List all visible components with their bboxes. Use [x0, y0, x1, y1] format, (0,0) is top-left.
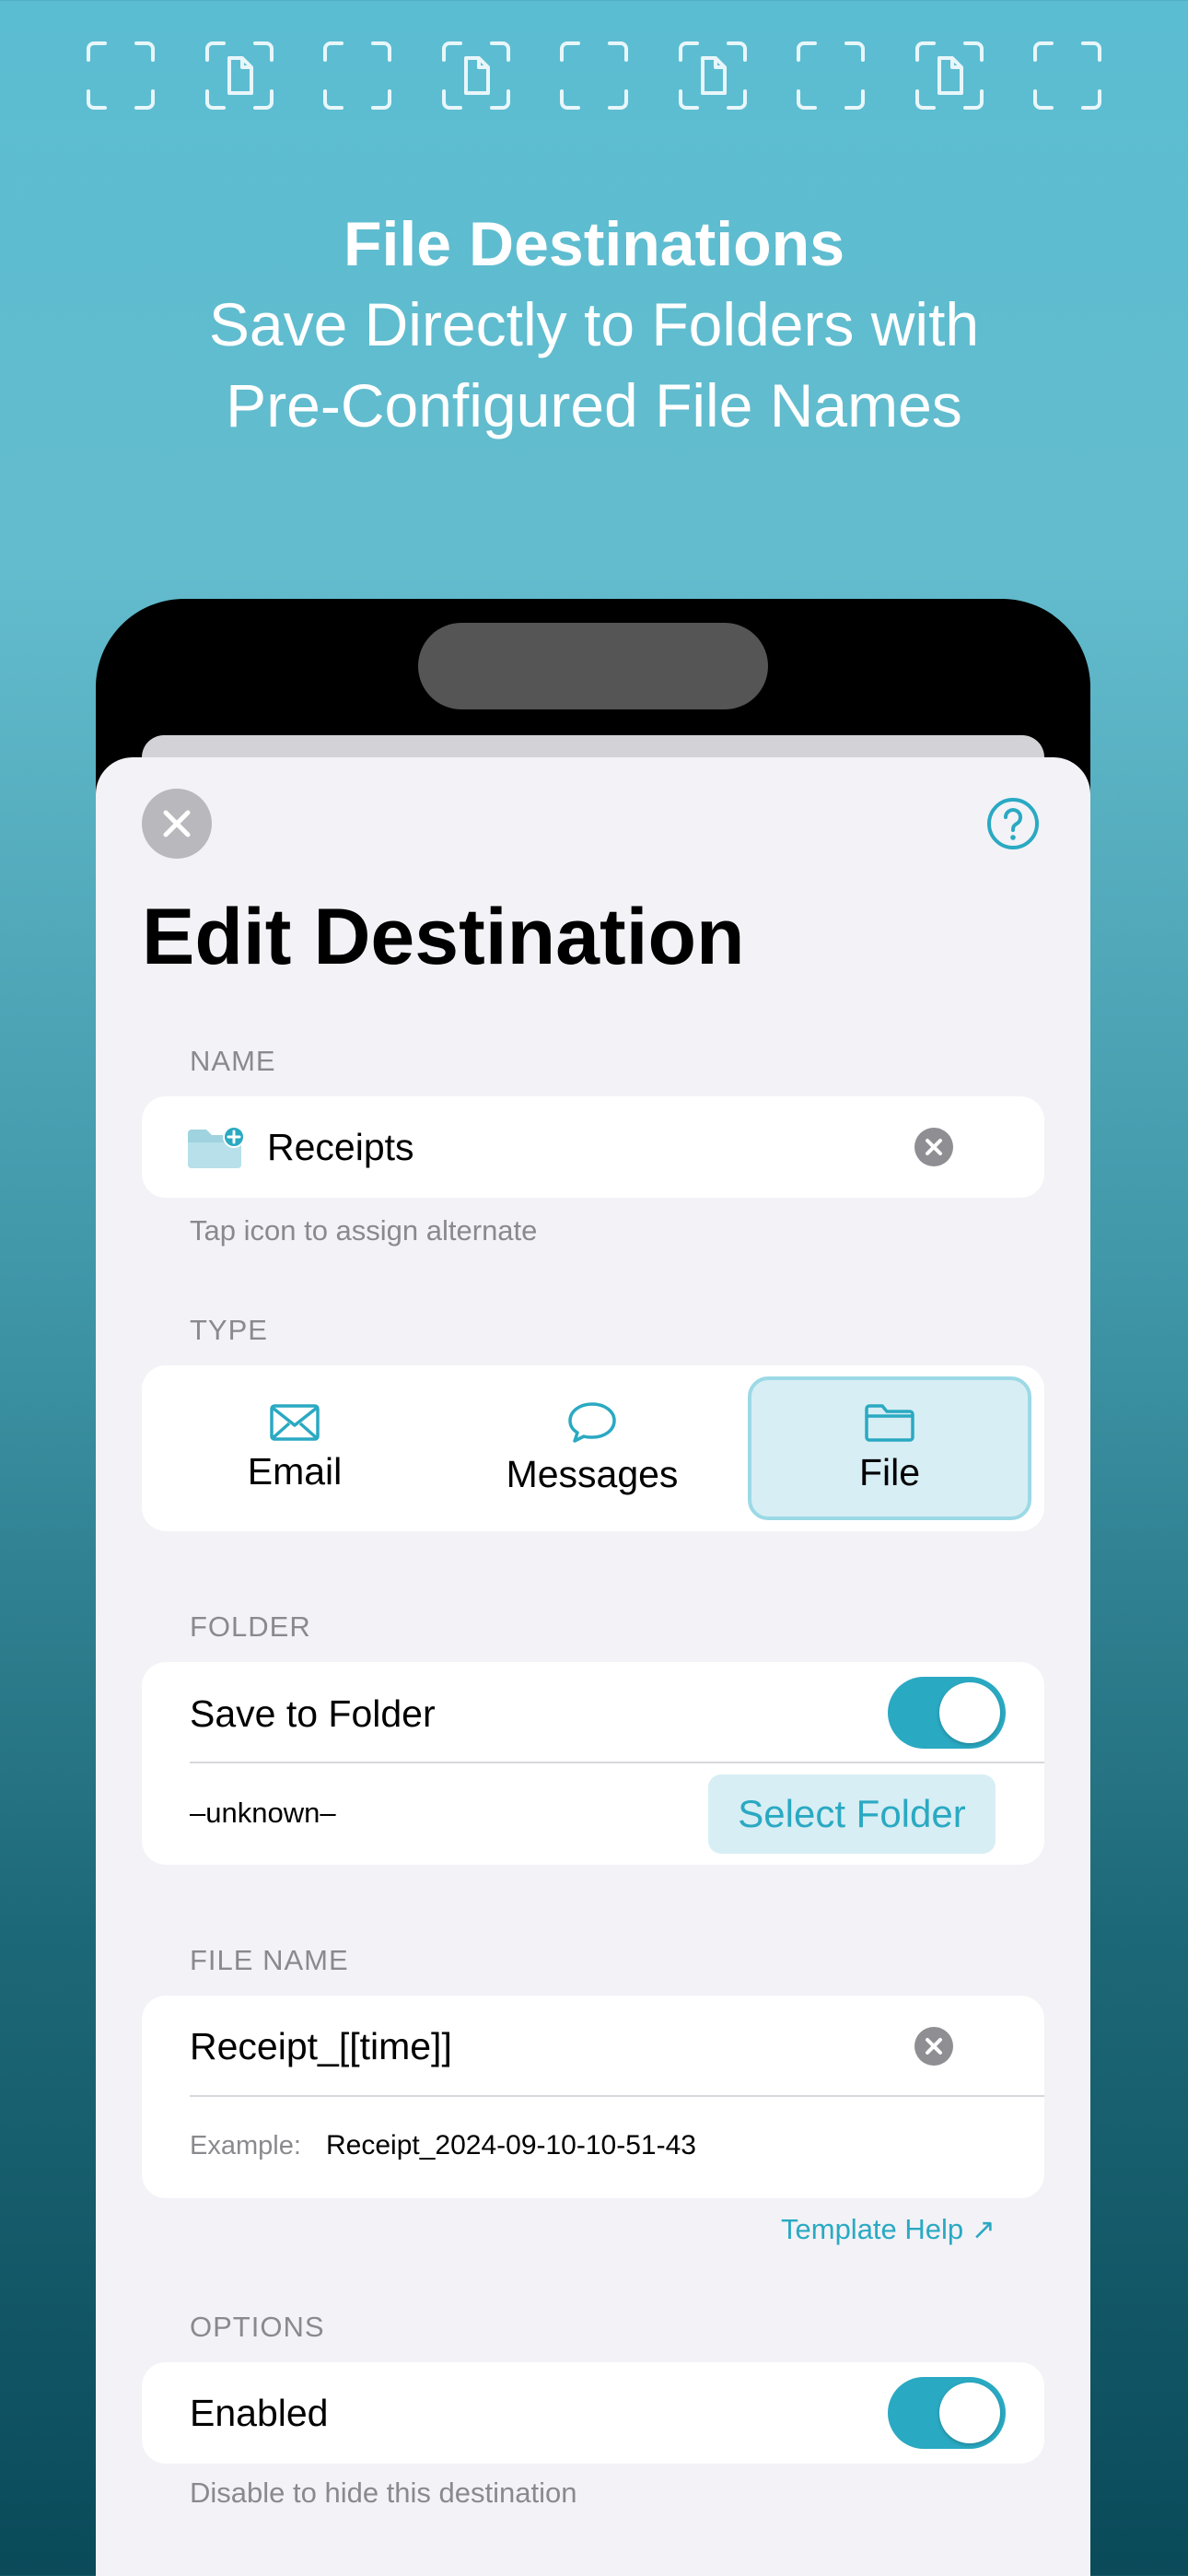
example-label: Example: — [190, 2131, 301, 2160]
scan-document-icon — [914, 41, 984, 110]
template-help-link[interactable]: Template Help ↗ — [781, 2213, 996, 2246]
phone-frame: Edit Destination NAME Receipts Tap icon … — [96, 599, 1090, 2576]
name-footnote: Tap icon to assign alternate — [190, 1214, 538, 1247]
options-footnote: Disable to hide this destination — [190, 2476, 577, 2509]
row-divider — [190, 2095, 1044, 2097]
decorative-icon-row — [85, 39, 1103, 112]
type-option-file-label: File — [858, 1450, 921, 1493]
enabled-label: Enabled — [190, 2392, 329, 2434]
folder-card: Save to Folder –unknown– Select Folder — [142, 1662, 1044, 1865]
scan-document-icon — [441, 41, 510, 110]
folder-section-label: FOLDER — [190, 1610, 311, 1643]
type-option-file[interactable]: File — [748, 1376, 1031, 1520]
options-section-label: OPTIONS — [190, 2311, 325, 2343]
toggle-knob — [939, 1682, 1000, 1743]
scan-frame-icon — [560, 41, 628, 110]
headline-title: File Destinations — [343, 209, 845, 279]
chat-bubble-icon — [568, 1401, 616, 1443]
example-value: Receipt_2024-09-10-10-51-43 — [326, 2130, 696, 2160]
clear-file-name-icon[interactable] — [914, 2026, 954, 2067]
type-option-messages[interactable]: Messages — [450, 1376, 734, 1520]
select-folder-button[interactable]: Select Folder — [708, 1774, 996, 1854]
type-picker: Email Messages File — [142, 1365, 1044, 1531]
scan-document-icon — [204, 41, 274, 110]
toggle-knob — [939, 2383, 1000, 2443]
type-section-label: TYPE — [190, 1314, 268, 1346]
type-option-email[interactable]: Email — [153, 1376, 437, 1520]
help-icon[interactable] — [985, 796, 1041, 851]
scan-frame-icon — [797, 41, 865, 110]
folder-plus-icon[interactable] — [186, 1126, 247, 1170]
clear-name-icon[interactable] — [914, 1127, 954, 1167]
folder-value: –unknown– — [190, 1797, 336, 1829]
scan-frame-icon — [87, 41, 155, 110]
scan-frame-icon — [323, 41, 391, 110]
edit-destination-sheet: Edit Destination NAME Receipts Tap icon … — [96, 757, 1090, 2576]
type-option-email-label: Email — [247, 1449, 343, 1493]
envelope-icon — [270, 1403, 320, 1441]
enabled-toggle[interactable] — [888, 2377, 1006, 2449]
save-to-folder-toggle[interactable] — [888, 1677, 1006, 1749]
headline-subtitle-line1: Save Directly to Folders with — [208, 290, 980, 358]
folder-icon — [865, 1403, 914, 1442]
close-button[interactable] — [142, 789, 212, 859]
marketing-headline: File Destinations Save Directly to Folde… — [0, 205, 1188, 446]
file-name-input[interactable]: Receipt_[[time]] — [190, 2025, 452, 2068]
options-card: Enabled — [142, 2362, 1044, 2464]
scan-frame-icon — [1033, 41, 1101, 110]
scan-document-icon — [678, 41, 747, 110]
name-input[interactable]: Receipts — [267, 1126, 414, 1169]
close-icon — [163, 810, 191, 837]
page-title: Edit Destination — [142, 893, 745, 981]
save-to-folder-label: Save to Folder — [190, 1692, 436, 1735]
file-name-section-label: FILE NAME — [190, 1944, 349, 1976]
headline-subtitle-line2: Pre-Configured File Names — [226, 371, 962, 439]
type-option-messages-label: Messages — [506, 1452, 679, 1495]
row-divider — [190, 1762, 1044, 1763]
name-card: Receipts — [142, 1096, 1044, 1198]
file-name-card: Receipt_[[time]] Example: Receipt_2024-0… — [142, 1996, 1044, 2198]
dynamic-island — [418, 623, 768, 709]
name-section-label: NAME — [190, 1045, 276, 1077]
